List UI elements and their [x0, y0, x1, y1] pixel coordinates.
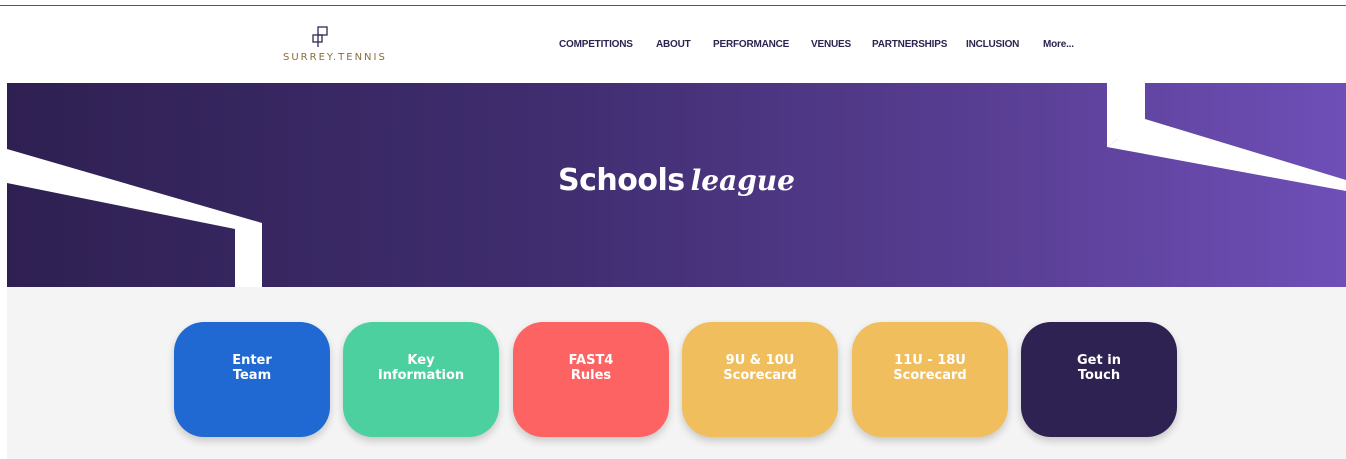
page-title-script: league	[690, 164, 795, 197]
nav-item-more[interactable]: More...	[1043, 39, 1074, 50]
nav-item-inclusion[interactable]: INCLUSION	[966, 39, 1019, 50]
nav-item-venues[interactable]: VENUES	[811, 39, 851, 50]
nav-item-about[interactable]: ABOUT	[656, 39, 691, 50]
nav-item-performance[interactable]: PERFORMANCE	[713, 39, 789, 50]
scorecard-11u-18u-tile[interactable]: 11U - 18U Scorecard	[852, 322, 1008, 437]
get-in-touch-tile[interactable]: Get in Touch	[1021, 322, 1177, 437]
main-navigation: COMPETITIONS ABOUT PERFORMANCE VENUES PA…	[0, 39, 1346, 55]
fast4-rules-tile[interactable]: FAST4 Rules	[513, 322, 669, 437]
get-in-touch-label: Get in Touch	[1077, 353, 1121, 383]
key-information-tile[interactable]: Key Information	[343, 322, 499, 437]
enter-team-label: Enter Team	[232, 353, 272, 383]
key-information-label: Key Information	[377, 353, 465, 383]
scorecard-9u-10u-tile[interactable]: 9U & 10U Scorecard	[682, 322, 838, 437]
scorecard-9u-10u-label: 9U & 10U Scorecard	[723, 353, 797, 383]
nav-item-competitions[interactable]: COMPETITIONS	[559, 39, 633, 50]
enter-team-tile[interactable]: Enter Team	[174, 322, 330, 437]
nav-item-partnerships[interactable]: PARTNERSHIPS	[872, 39, 947, 50]
fast4-rules-label: FAST4 Rules	[568, 353, 614, 383]
hero-banner: Schools league	[7, 83, 1346, 287]
site-header: SURREY.TENNIS COMPETITIONS ABOUT PERFORM…	[0, 6, 1346, 83]
page-title: Schools league	[7, 161, 1346, 198]
page-title-main: Schools	[558, 163, 685, 198]
scorecard-11u-18u-label: 11U - 18U Scorecard	[893, 353, 967, 383]
